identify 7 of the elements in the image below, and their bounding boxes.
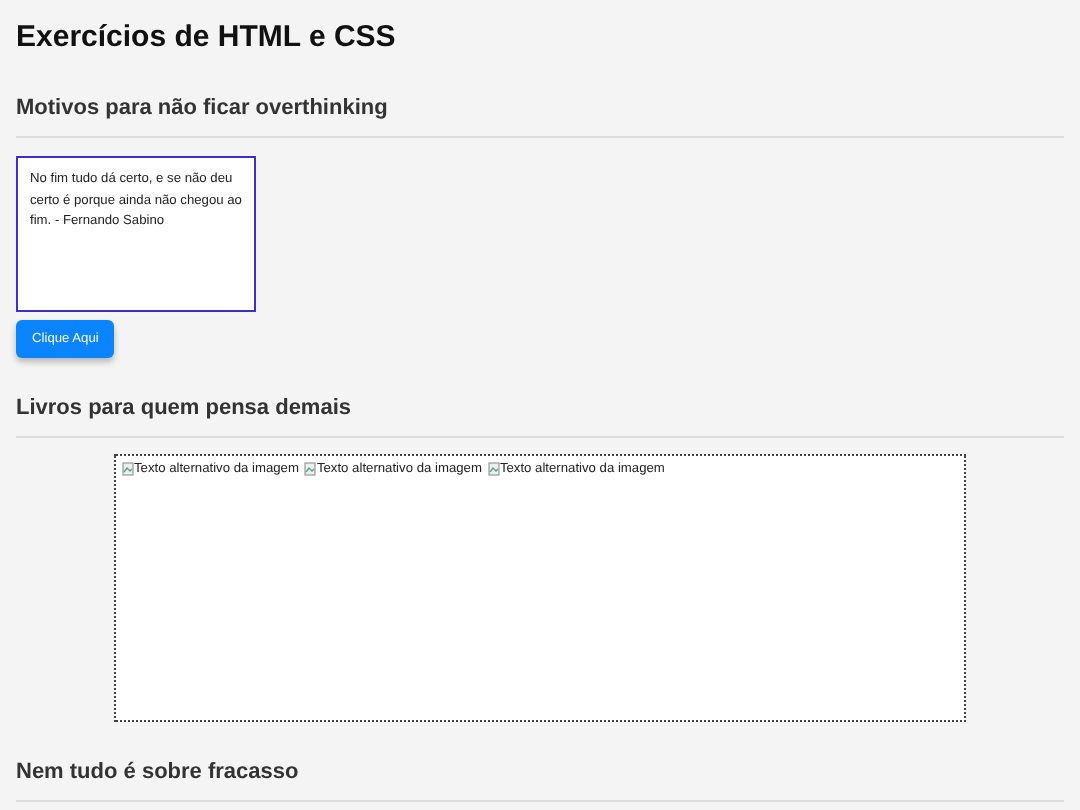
page-title: Exercícios de HTML e CSS bbox=[16, 18, 398, 58]
broken-image-icon bbox=[304, 462, 317, 476]
broken-image-icon bbox=[122, 462, 134, 476]
section-heading: Motivos para não ficar overthinking bbox=[16, 92, 1064, 138]
section-heading: Livros para quem pensa demais bbox=[16, 392, 1064, 438]
section-heading: Nem tudo é sobre fracasso bbox=[16, 756, 1064, 802]
broken-image-icon bbox=[487, 462, 500, 476]
